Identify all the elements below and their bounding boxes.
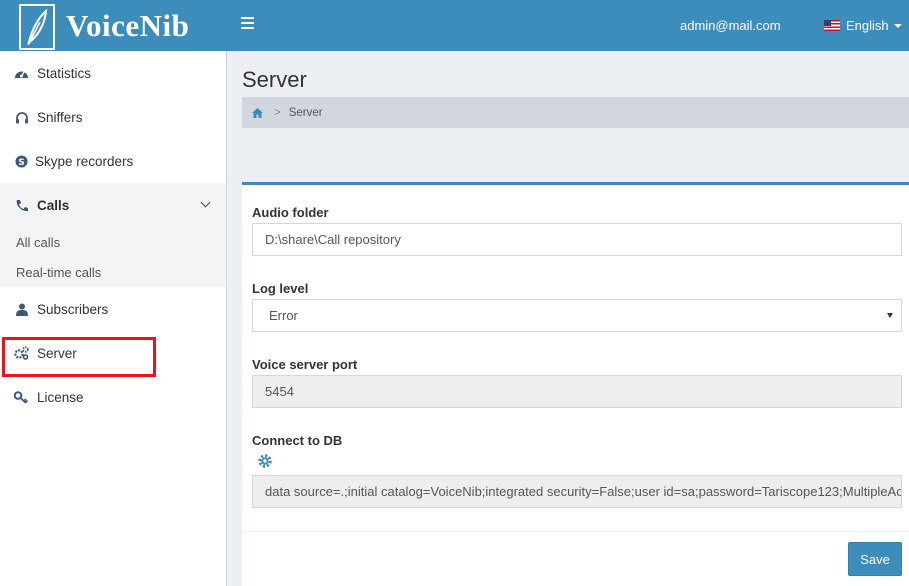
user-menu[interactable]: admin@mail.com	[680, 18, 781, 33]
sidebar-item-skype-recorders[interactable]: S Skype recorders	[0, 139, 226, 183]
menu-toggle-icon[interactable]	[241, 17, 254, 30]
skype-icon: S	[14, 154, 29, 169]
chevron-down-icon[interactable]	[200, 197, 211, 208]
voice-server-port-label: Voice server port	[252, 357, 358, 372]
log-level-select[interactable]: Error	[252, 299, 902, 332]
top-header: VoiceNib admin@mail.com English	[0, 0, 909, 51]
sidebar-item-license[interactable]: License	[0, 375, 226, 419]
sidebar-item-calls[interactable]: Calls	[0, 183, 226, 227]
language-selector[interactable]: English	[824, 18, 902, 33]
sidebar-item-label: License	[37, 389, 84, 405]
home-icon[interactable]	[252, 107, 263, 118]
sidebar: Statistics Sniffers S Skype recorders Ca…	[0, 51, 227, 586]
brand-name: VoiceNib	[66, 7, 190, 43]
save-button[interactable]: Save	[848, 542, 902, 576]
log-level-label: Log level	[252, 281, 309, 296]
sidebar-item-label: Server	[37, 345, 77, 361]
audio-folder-label: Audio folder	[252, 205, 329, 220]
key-icon	[14, 390, 29, 405]
language-label: English	[846, 18, 889, 33]
main-content: Server > Server Audio folder D:\share\Ca…	[227, 51, 909, 586]
user-icon	[14, 302, 29, 317]
sidebar-item-label: Sniffers	[37, 109, 83, 125]
svg-text:S: S	[18, 158, 24, 168]
sidebar-item-sniffers[interactable]: Sniffers	[0, 95, 226, 139]
sidebar-item-server[interactable]: Server	[0, 331, 226, 375]
connection-string-input: data source=.;initial catalog=VoiceNib;i…	[252, 475, 902, 508]
page-title: Server	[242, 67, 307, 92]
voice-server-port-input: 5454	[252, 375, 902, 408]
headphones-icon	[14, 110, 29, 125]
sidebar-item-label: Statistics	[37, 65, 92, 81]
sidebar-item-label: Calls	[37, 197, 70, 213]
feather-icon	[19, 3, 55, 50]
cogs-icon	[14, 346, 29, 361]
gear-icon[interactable]	[257, 453, 273, 469]
sidebar-subitem-all-calls[interactable]: All calls	[16, 235, 60, 250]
sidebar-item-label: Subscribers	[37, 301, 109, 317]
breadcrumb-current: Server	[288, 106, 323, 119]
audio-folder-input[interactable]: D:\share\Call repository	[252, 223, 902, 256]
box-footer-divider	[242, 531, 909, 532]
sidebar-item-subscribers[interactable]: Subscribers	[0, 287, 226, 331]
connect-db-label: Connect to DB	[252, 433, 343, 448]
breadcrumb: > Server	[242, 97, 909, 128]
log-level-value: Error	[269, 308, 298, 323]
phone-icon	[14, 198, 29, 213]
breadcrumb-separator: >	[274, 106, 281, 119]
dropdown-arrow-icon	[887, 313, 893, 318]
dashboard-icon	[14, 66, 29, 81]
us-flag-icon	[824, 20, 840, 31]
sidebar-item-statistics[interactable]: Statistics	[0, 51, 226, 95]
sidebar-item-label: Skype recorders	[35, 153, 134, 169]
logo[interactable]: VoiceNib	[0, 0, 228, 51]
caret-down-icon	[893, 23, 902, 28]
server-settings-box: Audio folder D:\share\Call repository Lo…	[242, 182, 909, 586]
sidebar-subitem-real-time-calls[interactable]: Real-time calls	[16, 265, 101, 280]
calls-group: Calls All calls Real-time calls	[0, 183, 226, 287]
